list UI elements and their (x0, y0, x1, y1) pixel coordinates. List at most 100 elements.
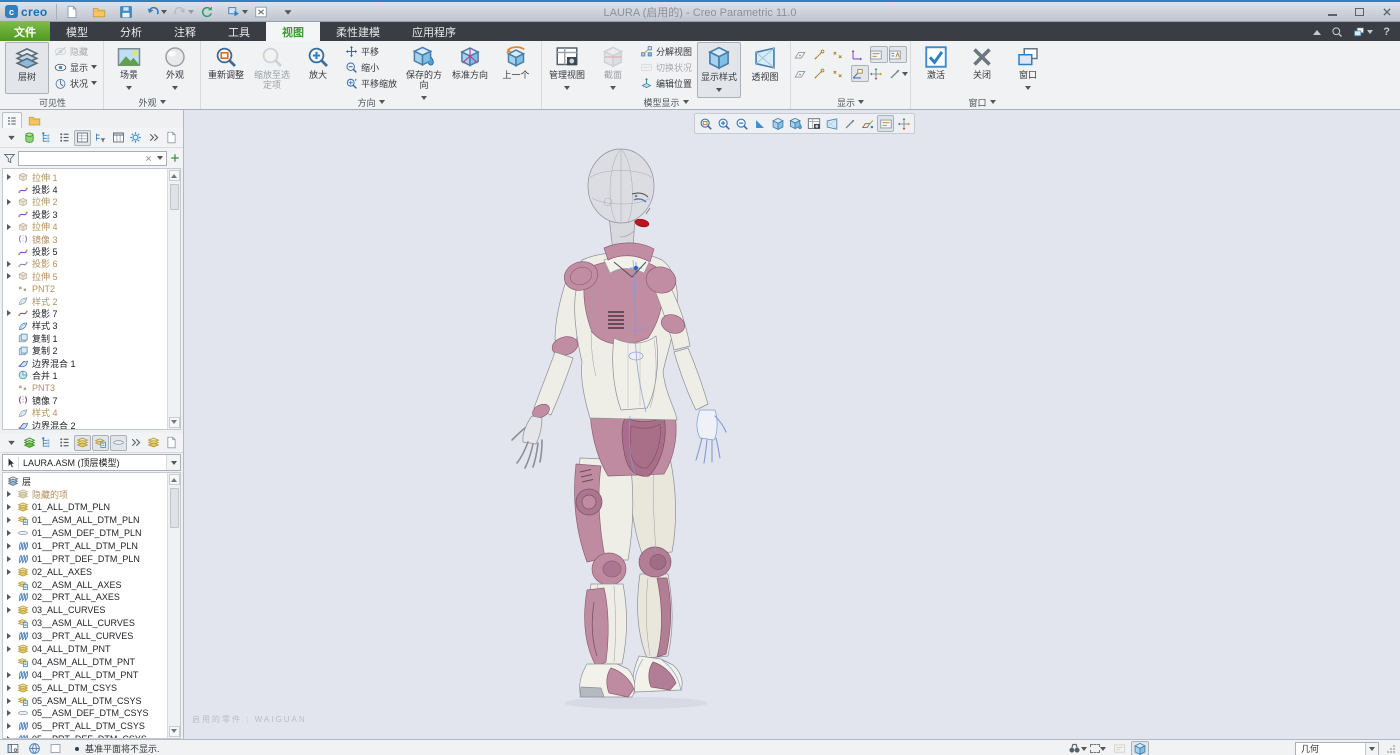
csys-tag-icon[interactable] (851, 65, 870, 82)
pan-zoom-button[interactable]: 平移缩放 (342, 76, 400, 91)
model-tree-item[interactable]: 镜像 3 (7, 233, 167, 245)
expand-arrow-icon[interactable] (7, 542, 14, 549)
tab-analysis[interactable]: 分析 (104, 22, 158, 41)
grid-view-icon[interactable] (74, 129, 91, 146)
expand-arrow-icon[interactable] (7, 633, 14, 640)
layer-overflow-icon[interactable] (128, 435, 145, 451)
layer-copy-icon[interactable] (145, 435, 162, 451)
window-options-icon[interactable] (1353, 26, 1374, 38)
close-button[interactable] (1373, 2, 1400, 21)
tree-columns-icon[interactable] (110, 130, 127, 146)
appearance-button[interactable]: 外观 (153, 42, 197, 96)
expand-arrow-icon[interactable] (7, 260, 14, 267)
layer-tree-scrollbar[interactable] (167, 473, 180, 738)
tree-filter-icon[interactable] (92, 130, 109, 146)
layer-item[interactable]: 02_ALL_AXES (7, 565, 167, 578)
model-tree-tab[interactable] (2, 112, 22, 128)
model-tree-item[interactable]: 拉伸 5 (7, 270, 167, 282)
add-filter-icon[interactable] (169, 152, 181, 164)
expand-arrow-icon[interactable] (7, 710, 14, 717)
exploded-view-button[interactable]: 分解视图 (637, 44, 695, 59)
plane-tag-icon[interactable] (794, 65, 812, 82)
toggle-status-button[interactable]: 切换状况 (637, 60, 695, 75)
layer-item[interactable]: 05__PRT_ALL_DTM_CSYS (7, 720, 167, 733)
layer-item[interactable]: 04_ALL_DTM_PNT (7, 643, 167, 656)
expand-arrow-icon[interactable] (7, 594, 14, 601)
help-icon[interactable]: ? (1383, 26, 1390, 38)
tree-doc-icon[interactable] (163, 130, 180, 146)
expand-arrow-icon[interactable] (7, 568, 14, 575)
point-display-icon[interactable] (832, 46, 850, 63)
named-views-icon[interactable] (823, 115, 840, 132)
maximize-button[interactable] (1346, 2, 1373, 21)
layer-item[interactable]: 01__ASM_ALL_DTM_PLN (7, 514, 167, 527)
layer-item[interactable]: 05__ASM_DEF_DTM_CSYS (7, 707, 167, 720)
model-tree-item[interactable]: 投影 3 (7, 208, 167, 220)
spin-center-icon[interactable] (870, 65, 888, 82)
layer-tree-icon[interactable] (21, 435, 38, 451)
layer-item[interactable]: 03_ALL_CURVES (7, 604, 167, 617)
regenerate-icon[interactable] (198, 4, 223, 20)
find-icon[interactable] (1068, 741, 1087, 755)
model-tree-item[interactable]: 拉伸 1 (7, 171, 167, 183)
expand-arrow-icon[interactable] (7, 684, 14, 691)
zoom-out-button[interactable]: 缩小 (342, 60, 400, 75)
model-tree-item[interactable]: 投影 4 (7, 183, 167, 195)
previous-orientation-button[interactable]: 上一个 (494, 42, 538, 94)
tree-search-input[interactable] (19, 151, 142, 165)
tree-overflow-icon[interactable] (145, 130, 162, 146)
hide-button[interactable]: 隐藏 (51, 44, 100, 59)
layer-isolate-toggle-icon[interactable] (91, 434, 109, 451)
windows-button[interactable]: 窗口 (1006, 42, 1050, 96)
zoom-to-selected-button[interactable]: 缩放至选定项 (250, 42, 294, 94)
activate-button[interactable]: 激活 (914, 42, 958, 94)
spin-center-icon[interactable] (895, 115, 912, 132)
model-tree-item[interactable]: 镜像 7 (7, 394, 167, 406)
layer-item[interactable]: 隐藏的项 (7, 488, 167, 501)
select-options-icon[interactable] (1110, 741, 1128, 755)
model-tree-item[interactable]: 样式 4 (7, 406, 167, 418)
expand-arrow-icon[interactable] (7, 607, 14, 614)
tree-view-icon[interactable] (39, 130, 56, 146)
expand-arrow-icon[interactable] (7, 491, 14, 498)
perspective-button[interactable]: 透视图 (743, 42, 787, 94)
tab-file[interactable]: 文件 (0, 22, 50, 41)
standard-orientation-button[interactable]: 标准方向 (448, 42, 492, 94)
search-options-icon[interactable] (154, 153, 166, 163)
expand-arrow-icon[interactable] (7, 671, 14, 678)
layer-item[interactable]: 03__PRT_ALL_CURVES (7, 630, 167, 643)
annotation-display-icon[interactable] (841, 115, 858, 132)
repaint-icon[interactable] (751, 115, 768, 132)
save-icon[interactable] (117, 4, 142, 20)
sections-button[interactable]: 截面 (591, 42, 635, 96)
navigator-toggle-icon[interactable] (4, 741, 22, 755)
layer-item[interactable]: 01__PRT_DEF_DTM_PLN (7, 552, 167, 565)
model-tree-item[interactable]: 拉伸 4 (7, 221, 167, 233)
plane-tag-display-icon[interactable] (870, 46, 889, 63)
layer-item[interactable]: 05__PRT_DEF_DTM_CSYS (7, 733, 167, 738)
layer-menu-icon[interactable] (3, 435, 20, 451)
redo-icon[interactable] (171, 4, 196, 20)
layer-doc-icon[interactable] (163, 435, 180, 451)
layer-model-selector[interactable]: LAURA.ASM (顶层模型) (2, 454, 181, 471)
geometry-select-icon[interactable] (1131, 741, 1149, 755)
model-tree-item[interactable]: 合并 1 (7, 369, 167, 381)
layer-view-icon[interactable] (39, 435, 56, 451)
axis-display-icon[interactable] (813, 46, 831, 63)
folder-browser-tab[interactable] (24, 112, 44, 128)
refit-button[interactable]: 重新调整 (204, 42, 248, 94)
resize-grip[interactable] (1386, 743, 1396, 754)
model-tree-item[interactable]: 复制 2 (7, 344, 167, 356)
refit-view-icon[interactable] (697, 115, 714, 132)
tab-tools[interactable]: 工具 (212, 22, 266, 41)
annotation-display-icon[interactable] (889, 65, 909, 82)
datum-display-icon[interactable] (859, 115, 876, 132)
expand-arrow-icon[interactable] (7, 530, 14, 536)
model-tree-item[interactable]: 复制 1 (7, 332, 167, 344)
open-file-icon[interactable] (90, 4, 115, 20)
collapse-ribbon-icon[interactable] (1313, 26, 1322, 37)
saved-orientations-icon[interactable] (787, 115, 804, 132)
expand-arrow-icon[interactable] (7, 517, 14, 524)
tree-menu-icon[interactable] (3, 130, 20, 146)
tab-applications[interactable]: 应用程序 (396, 22, 472, 41)
